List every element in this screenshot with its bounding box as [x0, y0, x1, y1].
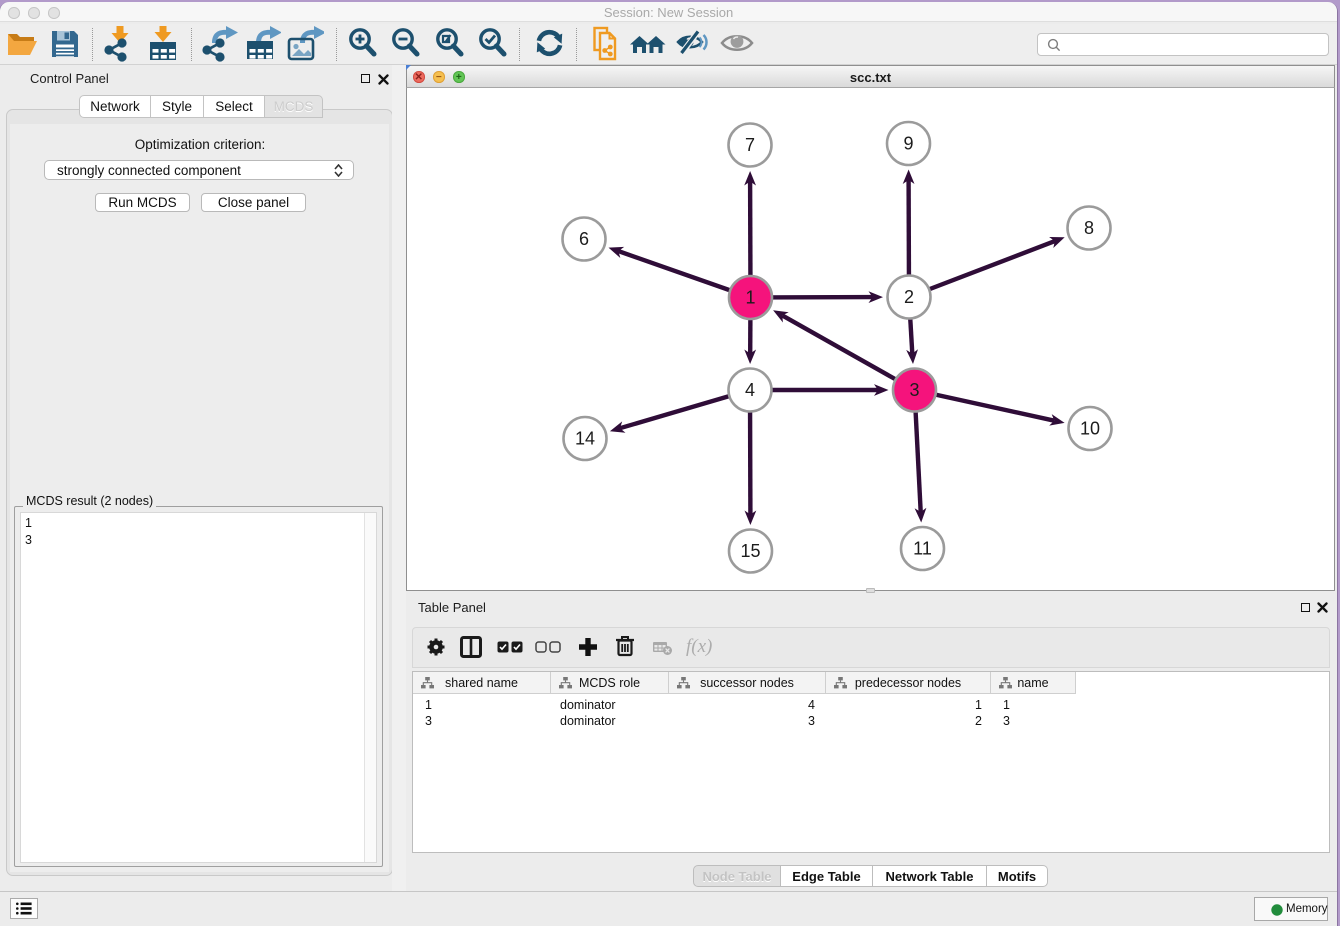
svg-text:7: 7	[745, 135, 755, 155]
svg-text:3: 3	[909, 380, 919, 400]
svg-text:1: 1	[745, 288, 755, 308]
svg-text:9: 9	[903, 134, 913, 154]
svg-text:11: 11	[913, 539, 932, 559]
svg-text:14: 14	[575, 429, 595, 449]
svg-text:2: 2	[904, 287, 914, 307]
svg-text:4: 4	[745, 380, 755, 400]
svg-text:8: 8	[1084, 218, 1094, 238]
svg-text:6: 6	[579, 229, 589, 249]
svg-text:10: 10	[1080, 419, 1100, 439]
svg-text:15: 15	[740, 541, 760, 561]
